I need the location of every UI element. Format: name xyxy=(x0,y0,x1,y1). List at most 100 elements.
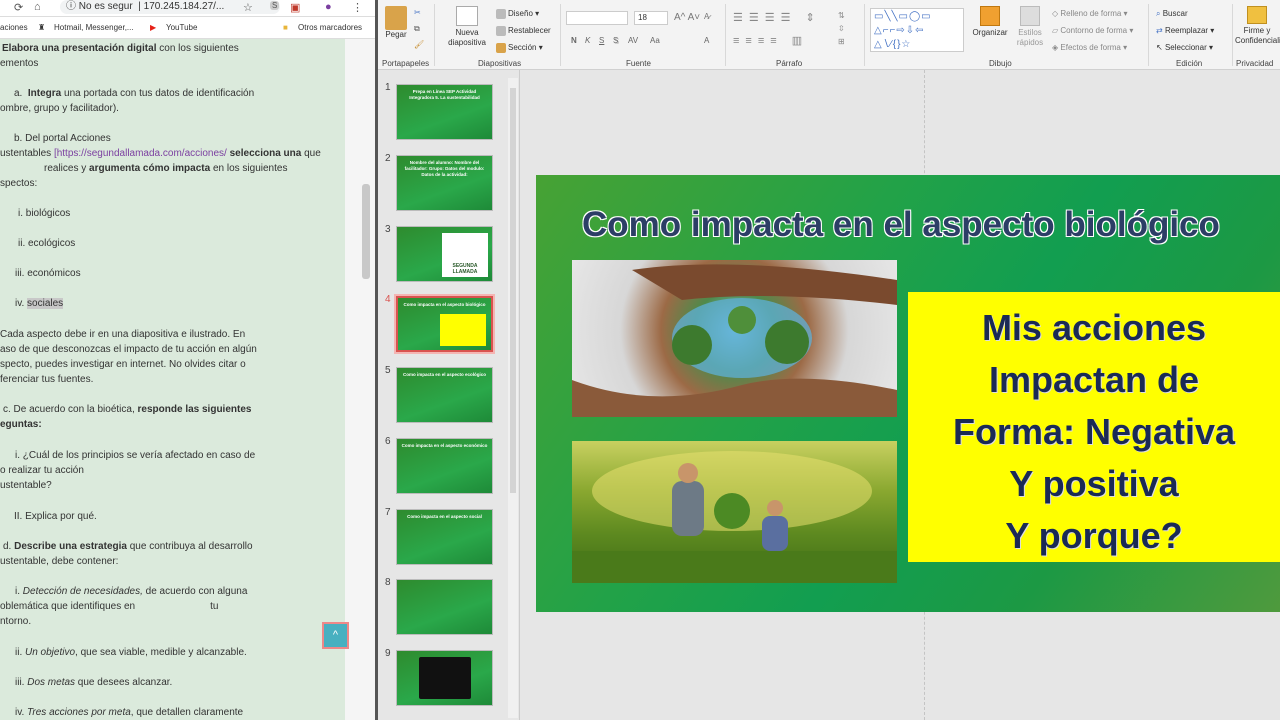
message-box[interactable]: Mis acciones Impactan de Forma: Negativa Y … xyxy=(908,292,1280,562)
doc-line: ii. ecológicos xyxy=(18,238,76,249)
thumbnail-scrollbar[interactable] xyxy=(508,78,518,718)
quick-styles-button[interactable]: Estilos rápidos xyxy=(1012,6,1048,48)
extension-pdf-icon[interactable]: ▣ xyxy=(290,1,300,14)
arrange-button[interactable]: Organizar xyxy=(972,6,1008,38)
profile-icon[interactable]: ● xyxy=(325,1,332,13)
paste-button[interactable]: Pegar xyxy=(384,6,408,40)
tree-shape xyxy=(765,320,809,364)
tree-shape xyxy=(728,306,756,334)
page-scrollbar[interactable] xyxy=(345,39,375,720)
slide-thumbnail-2[interactable]: Nombre del alumno: Nombre del facilitado… xyxy=(396,155,493,211)
grow-font-icon[interactable]: A^ A˅ xyxy=(674,12,700,23)
slide-thumbnail-7[interactable]: Como impacta en el aspecto social xyxy=(396,509,493,565)
new-slide-button[interactable]: Nueva diapositiva xyxy=(442,6,492,48)
scroll-to-top-button[interactable]: ^ xyxy=(322,622,349,649)
sign-encrypt-button[interactable]: Firme y Confidencialidad xyxy=(1235,6,1280,46)
child-figure-shape xyxy=(762,516,788,551)
smartart-icon[interactable]: ⊞ xyxy=(838,37,845,46)
italic-button[interactable]: K xyxy=(585,36,590,45)
select-label: Seleccionar xyxy=(1164,43,1207,52)
doc-line: oblemática que identifiques en tu xyxy=(0,601,219,612)
thumbnail-text: Como impacta en el aspecto social xyxy=(407,514,482,519)
doc-line: Elabora una presentación digital con los… xyxy=(2,43,239,54)
reset-button[interactable]: Restablecer xyxy=(496,26,551,36)
layout-icon xyxy=(496,9,506,19)
shapes-gallery[interactable]: ▭╲╲▭◯▭ △⌐⌐⇨⇩⇦ △∖∕{}☆ xyxy=(870,8,964,52)
section-button[interactable]: Sección ▾ xyxy=(496,43,543,53)
shadow-button[interactable]: S xyxy=(613,36,618,45)
thumbnail-number: 7 xyxy=(385,507,391,518)
reload-icon[interactable]: ⟳ xyxy=(14,1,23,14)
father-son-planting-image[interactable] xyxy=(572,441,897,583)
replace-button[interactable]: ⇄ Reemplazar ▾ xyxy=(1156,26,1214,35)
info-icon[interactable]: ⓘ xyxy=(66,1,76,12)
list-buttons-icon[interactable]: ☰☰☰☰ ⇕ xyxy=(733,11,821,24)
tree-shape xyxy=(672,325,712,365)
copy-icon[interactable]: ⧉ xyxy=(414,24,420,34)
scrollbar-thumb[interactable] xyxy=(362,184,370,279)
select-button[interactable]: ↖ Seleccionar ▾ xyxy=(1156,43,1213,52)
ribbon-separator xyxy=(725,4,726,66)
underline-button[interactable]: S xyxy=(599,36,604,45)
star-icon[interactable]: ☆ xyxy=(243,1,253,14)
bookmark-youtube[interactable]: YouTube xyxy=(166,23,197,32)
menu-icon[interactable]: ⋮ xyxy=(352,1,363,14)
message-line: Y porque? xyxy=(1005,515,1183,556)
section-icon xyxy=(496,43,506,53)
shape-outline-button[interactable]: ▱ Contorno de forma ▾ xyxy=(1052,26,1133,35)
shape-outline-label: Contorno de forma xyxy=(1060,26,1128,35)
font-color-button[interactable]: A xyxy=(704,36,709,45)
slide-editing-area: Como impacta en el aspecto biológico Mis… xyxy=(521,70,1280,720)
shape-fill-button[interactable]: ◇ Relleno de forma ▾ xyxy=(1052,9,1128,18)
thumbnail-dark-image xyxy=(419,657,471,699)
slide-title[interactable]: Como impacta en el aspecto biológico xyxy=(582,205,1280,245)
slide-thumbnail-8[interactable] xyxy=(396,579,493,635)
hands-globe-image[interactable] xyxy=(572,260,897,417)
doc-line: i. Detección de necesidades, de acuerdo … xyxy=(15,586,248,597)
slide-thumbnail-1[interactable]: Prepa en Línea SEP Actividad Integradora… xyxy=(396,84,493,140)
bold-button[interactable]: N xyxy=(571,36,577,45)
doc-line: i. ¿Cuál de los principios se vería afec… xyxy=(15,450,256,461)
bookmark-hotmail[interactable]: Hotmail, Messenger,... xyxy=(54,23,134,32)
youtube-icon: ▶ xyxy=(150,23,157,32)
align-buttons-icon[interactable]: ≡≡≡≡ ▥ xyxy=(733,34,808,47)
extension-s-icon[interactable]: S xyxy=(270,1,280,10)
shape-effects-button[interactable]: ◈ Efectos de forma ▾ xyxy=(1052,43,1127,52)
clear-format-icon[interactable]: A̷ xyxy=(704,12,709,21)
slide-thumbnail-5[interactable]: Como impacta en el aspecto ecológico xyxy=(396,367,493,423)
message-line: Mis acciones xyxy=(981,307,1207,348)
doc-line: aso de que desconozcas el impacto de tu … xyxy=(0,344,257,355)
slide-thumbnail-pane: 1 Prepa en Línea SEP Actividad Integrador… xyxy=(378,70,520,720)
folder-icon: ■ xyxy=(283,23,288,32)
doc-line: iv. Tres acciones por meta, que detallen… xyxy=(15,707,244,718)
font-size-field[interactable]: 18 xyxy=(634,11,668,25)
ribbon-separator xyxy=(1232,4,1233,66)
ribbon: Pegar ✂ ⧉ 🖌 Portapapeles Nueva diapositi… xyxy=(378,0,1280,70)
shape-effects-label: Efectos de forma xyxy=(1060,43,1121,52)
home-icon[interactable]: ⌂ xyxy=(34,1,41,13)
browser-toolbar: ⟳ ⌂ ⓘ No es segur | 170.245.184.27/... ☆… xyxy=(0,0,375,17)
ribbon-separator xyxy=(434,4,435,66)
slide-thumbnail-4[interactable]: Como impacta en el aspecto biológico xyxy=(394,294,495,354)
slide-thumbnail-6[interactable]: Como impacta en el aspecto económico xyxy=(396,438,493,494)
bookmark-aciones[interactable]: aciones xyxy=(0,23,28,32)
text-direction-icon[interactable]: ⇅ xyxy=(838,11,845,20)
select-icon: ↖ xyxy=(1156,43,1163,52)
slide-canvas[interactable]: Como impacta en el aspecto biológico Mis… xyxy=(536,175,1280,612)
align-text-icon[interactable]: ⇳ xyxy=(838,24,845,33)
thumbnail-scrollbar-thumb[interactable] xyxy=(510,88,516,493)
spacing-button[interactable]: AV xyxy=(628,36,638,45)
thumbnail-number: 9 xyxy=(385,648,391,659)
slide-thumbnail-3[interactable]: SEGUNDA LLAMADA xyxy=(396,226,493,282)
find-button[interactable]: ⌕ Buscar xyxy=(1156,9,1188,19)
layout-button[interactable]: Diseño ▾ xyxy=(496,9,539,19)
format-painter-icon[interactable]: 🖌 xyxy=(414,40,424,49)
thumbnail-text: Como impacta en el aspecto económico xyxy=(401,443,488,448)
slide-thumbnail-9[interactable] xyxy=(396,650,493,706)
bookmark-otros[interactable]: Otros marcadores xyxy=(298,23,362,32)
cut-icon[interactable]: ✂ xyxy=(414,8,421,17)
doc-line: b. Del portal Acciones xyxy=(14,133,111,144)
font-name-field[interactable] xyxy=(566,11,628,25)
father-head-shape xyxy=(678,463,698,483)
case-button[interactable]: Aa xyxy=(650,36,660,45)
